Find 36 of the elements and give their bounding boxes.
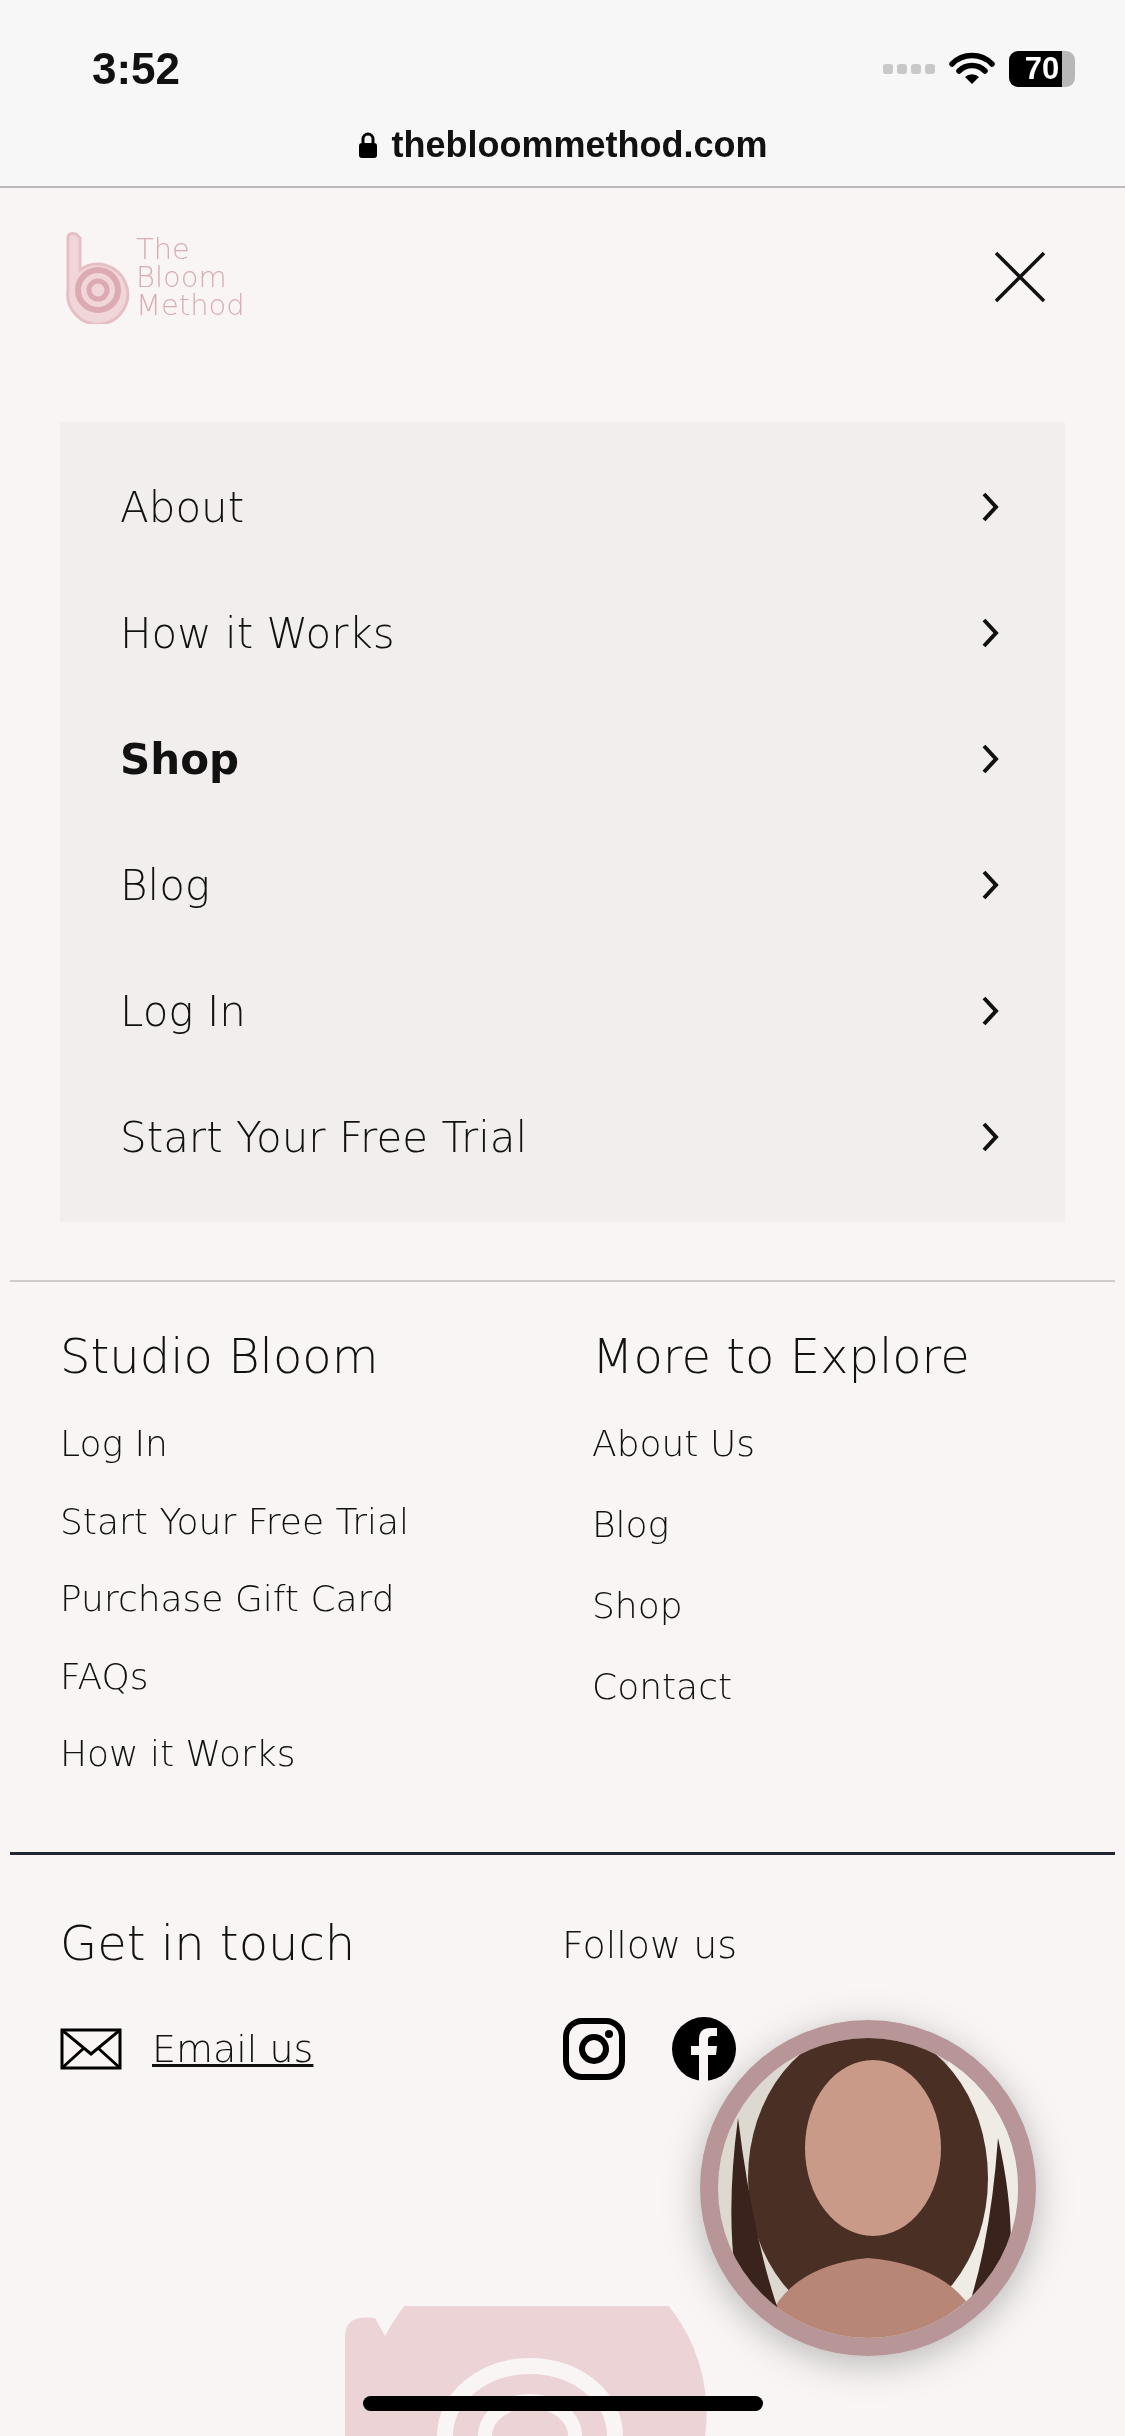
footer-link[interactable]: Start Your Free Trial xyxy=(60,1491,410,1570)
footer-link[interactable]: How it Works xyxy=(60,1724,296,1802)
chevron-icon xyxy=(981,1121,999,1153)
instagram-icon[interactable] xyxy=(562,2017,626,2081)
envelope-icon xyxy=(60,2028,122,2070)
menu-item[interactable]: How it Works xyxy=(60,570,1065,696)
wifi-icon xyxy=(949,52,995,86)
footer-link[interactable]: About Us xyxy=(592,1414,755,1495)
status-time: 3:52 xyxy=(92,44,181,94)
footer-link[interactable]: Contact xyxy=(592,1657,733,1738)
footer-link[interactable]: Shop xyxy=(592,1576,683,1657)
lock-icon xyxy=(357,132,378,158)
facebook-icon[interactable] xyxy=(672,2017,736,2081)
footer-link[interactable]: Blog xyxy=(592,1495,670,1576)
footer-heading: Studio Bloom xyxy=(60,1328,380,1384)
footer-link[interactable]: Log In xyxy=(60,1414,168,1492)
url-text[interactable]: thebloommethod.com xyxy=(391,124,768,166)
menu-item[interactable]: Log In xyxy=(60,948,1065,1074)
social-heading: Follow us xyxy=(562,1923,738,1967)
chevron-icon xyxy=(981,491,999,523)
chevron-icon xyxy=(981,869,999,901)
footer-link[interactable]: Purchase Gift Card xyxy=(60,1569,395,1647)
chevron-icon xyxy=(981,617,999,649)
menu-item[interactable]: Blog xyxy=(60,822,1065,948)
battery-icon: 70 xyxy=(1009,51,1075,87)
chevron-icon xyxy=(981,995,999,1027)
footer-link[interactable]: FAQs xyxy=(60,1646,149,1725)
email-link[interactable]: Email us xyxy=(152,2027,314,2071)
menu-item[interactable]: Start Your Free Trial xyxy=(60,1074,1065,1200)
close-button[interactable] xyxy=(993,250,1047,304)
signal-icon xyxy=(883,62,935,76)
menu-item[interactable]: Shop xyxy=(60,696,1065,822)
contact-heading: Get in touch xyxy=(60,1915,357,1971)
menu-item[interactable]: About xyxy=(60,444,1065,570)
chevron-icon xyxy=(981,743,999,775)
footer-heading: More to Explore xyxy=(592,1328,971,1384)
